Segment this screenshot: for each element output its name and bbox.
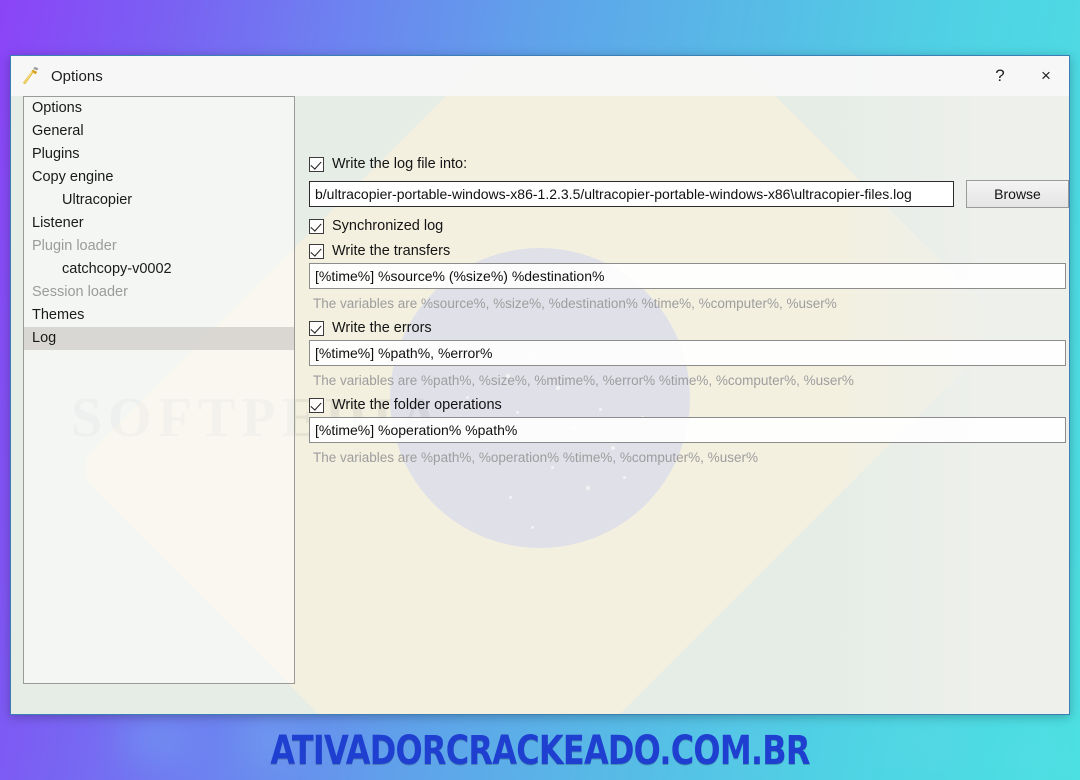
- hammer-icon: [21, 65, 43, 87]
- sidebar-item-themes[interactable]: Themes: [24, 304, 294, 327]
- transfers-variables-hint: The variables are %source%, %size%, %des…: [313, 296, 837, 311]
- synchronized-log-row[interactable]: Synchronized log: [309, 218, 1069, 234]
- write-folder-operations-checkbox[interactable]: [309, 397, 324, 413]
- sidebar-item-session-loader: Session loader: [32, 284, 128, 300]
- folder-operations-variables-hint: The variables are %path%, %operation% %t…: [313, 450, 758, 465]
- write-folder-operations-row[interactable]: Write the folder operations: [309, 397, 1069, 413]
- synchronized-log-checkbox[interactable]: [309, 218, 324, 234]
- sidebar-item-listener[interactable]: Listener: [24, 212, 294, 235]
- help-button[interactable]: ?: [977, 56, 1023, 96]
- log-settings-pane: Write the log file into: b/ultracopier-p…: [309, 156, 1069, 474]
- errors-format-input[interactable]: [%time%] %path%, %error%: [309, 340, 1066, 366]
- close-icon[interactable]: ×: [1023, 56, 1069, 96]
- write-log-file-row[interactable]: Write the log file into:: [309, 156, 1069, 172]
- sidebar-item-general[interactable]: General: [24, 120, 294, 143]
- write-errors-checkbox[interactable]: [309, 320, 324, 336]
- write-log-file-checkbox[interactable]: [309, 156, 324, 172]
- transfers-format-input[interactable]: [%time%] %source% (%size%) %destination%: [309, 263, 1066, 289]
- browse-button[interactable]: Browse: [966, 180, 1069, 208]
- desktop-background: SOFTPEDIA Options ? × OptionsGeneralPlug…: [0, 0, 1080, 780]
- sidebar-item-options[interactable]: Options: [24, 97, 294, 120]
- sidebar-item-copy-engine[interactable]: Copy engine: [24, 166, 294, 189]
- settings-tree[interactable]: Options General Plugins Copy engine Ultracop…: [23, 96, 295, 684]
- errors-variables-hint: The variables are %path%, %size%, %mtime…: [313, 373, 854, 388]
- dialog-titlebar: Options ? ×: [11, 56, 1069, 96]
- dialog-title: Options: [51, 67, 103, 85]
- synchronized-log-label: Synchronized log: [332, 218, 444, 234]
- wallpaper-blotch: [1000, 740, 1060, 774]
- sidebar-item-plugin-loader: Plugin loader: [32, 238, 117, 254]
- log-path-input[interactable]: b/ultracopier-portable-windows-x86-1.2.3…: [309, 181, 954, 207]
- write-errors-label: Write the errors: [332, 320, 432, 336]
- sidebar-item-log[interactable]: Log: [24, 327, 294, 350]
- site-watermark: ATIVADORCRACKEADO.COM.BR: [270, 728, 810, 774]
- sidebar-item-ultracopier[interactable]: Ultracopier: [24, 189, 294, 212]
- options-dialog: SOFTPEDIA Options ? × OptionsGeneralPlug…: [10, 55, 1070, 715]
- sidebar-item-catchcopy-v0002[interactable]: catchcopy-v0002: [24, 258, 294, 281]
- log-path-row: b/ultracopier-portable-windows-x86-1.2.3…: [309, 180, 1069, 208]
- sidebar-item-plugins[interactable]: Plugins: [24, 143, 294, 166]
- write-transfers-checkbox[interactable]: [309, 243, 324, 259]
- write-transfers-row[interactable]: Write the transfers: [309, 243, 1069, 259]
- write-errors-row[interactable]: Write the errors: [309, 320, 1069, 336]
- folder-operations-format-input[interactable]: [%time%] %operation% %path%: [309, 417, 1066, 443]
- write-transfers-label: Write the transfers: [332, 243, 451, 259]
- write-log-file-label: Write the log file into:: [332, 156, 468, 172]
- write-folder-operations-label: Write the folder operations: [332, 397, 502, 413]
